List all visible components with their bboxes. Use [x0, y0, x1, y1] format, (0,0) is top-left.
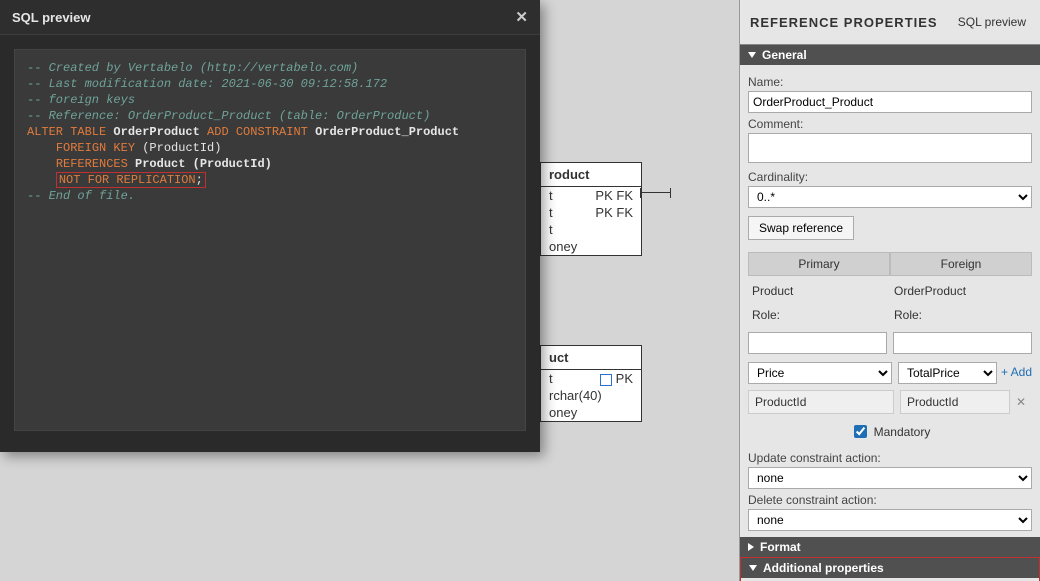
add-column-link[interactable]: + Add: [997, 365, 1032, 379]
name-input[interactable]: [748, 91, 1032, 113]
panel-title: REFERENCE PROPERTIES: [750, 15, 938, 30]
section-header-format[interactable]: Format: [740, 537, 1040, 557]
foreign-role-input[interactable]: [893, 332, 1032, 354]
sql-preview-button[interactable]: SQL preview: [954, 13, 1030, 31]
primary-column-select[interactable]: Price: [748, 362, 892, 384]
foreign-table-name: OrderProduct: [890, 282, 1032, 300]
section-header-additional[interactable]: Additional properties: [741, 558, 1039, 578]
table-row: oney: [541, 238, 641, 255]
label-mandatory: Mandatory: [874, 425, 931, 439]
label-update-action: Update constraint action:: [748, 451, 1032, 465]
er-table-title: uct: [541, 346, 641, 370]
pk-icon: [600, 374, 612, 386]
table-row: t PK FK: [541, 187, 641, 204]
table-row: t: [541, 221, 641, 238]
primary-column-name: ProductId: [748, 390, 894, 414]
label-delete-action: Delete constraint action:: [748, 493, 1032, 507]
chevron-down-icon: [749, 565, 757, 571]
sql-code[interactable]: -- Created by Vertabelo (http://vertabel…: [14, 49, 526, 431]
table-row: t PK: [541, 370, 641, 387]
foreign-column-select[interactable]: TotalPrice: [898, 362, 997, 384]
table-row: rchar(40): [541, 387, 641, 404]
label-cardinality: Cardinality:: [748, 170, 1032, 184]
close-icon[interactable]: ✕: [515, 8, 528, 26]
highlighted-sql: NOT FOR REPLICATION;: [56, 172, 206, 188]
sql-preview-modal: SQL preview ✕ -- Created by Vertabelo (h…: [0, 0, 540, 452]
section-additional-wrapper: Additional properties Not for replicatio…: [740, 557, 1040, 581]
sql-modal-title: SQL preview: [12, 10, 91, 25]
section-header-general[interactable]: General: [740, 45, 1040, 65]
primary-table-name: Product: [748, 282, 890, 300]
swap-reference-button[interactable]: Swap reference: [748, 216, 854, 240]
label-role-primary: Role:: [748, 306, 890, 324]
reference-properties-panel: REFERENCE PROPERTIES SQL preview General…: [739, 0, 1040, 581]
mandatory-checkbox[interactable]: [854, 425, 867, 438]
foreign-column-name: ProductId: [900, 390, 1010, 414]
table-row: t PK FK: [541, 204, 641, 221]
chevron-down-icon: [748, 52, 756, 58]
er-table-product[interactable]: uct t PK rchar(40) oney: [540, 345, 642, 422]
comment-textarea[interactable]: [748, 133, 1032, 163]
er-relation-connector: [640, 192, 670, 193]
chevron-right-icon: [748, 543, 754, 551]
update-action-select[interactable]: none: [748, 467, 1032, 489]
delete-action-select[interactable]: none: [748, 509, 1032, 531]
cardinality-select[interactable]: 0..*: [748, 186, 1032, 208]
column-header-foreign: Foreign: [890, 252, 1032, 276]
section-general: Name: Comment: Cardinality: 0..* Swap re…: [740, 65, 1040, 537]
label-comment: Comment:: [748, 117, 1032, 131]
er-table-orderproduct[interactable]: roduct t PK FK t PK FK t oney: [540, 162, 642, 256]
primary-role-input[interactable]: [748, 332, 887, 354]
column-header-primary: Primary: [748, 252, 890, 276]
remove-column-icon[interactable]: ✕: [1010, 395, 1032, 409]
er-table-title: roduct: [541, 163, 641, 187]
label-name: Name:: [748, 75, 1032, 89]
label-role-foreign: Role:: [890, 306, 1032, 324]
table-row: oney: [541, 404, 641, 421]
